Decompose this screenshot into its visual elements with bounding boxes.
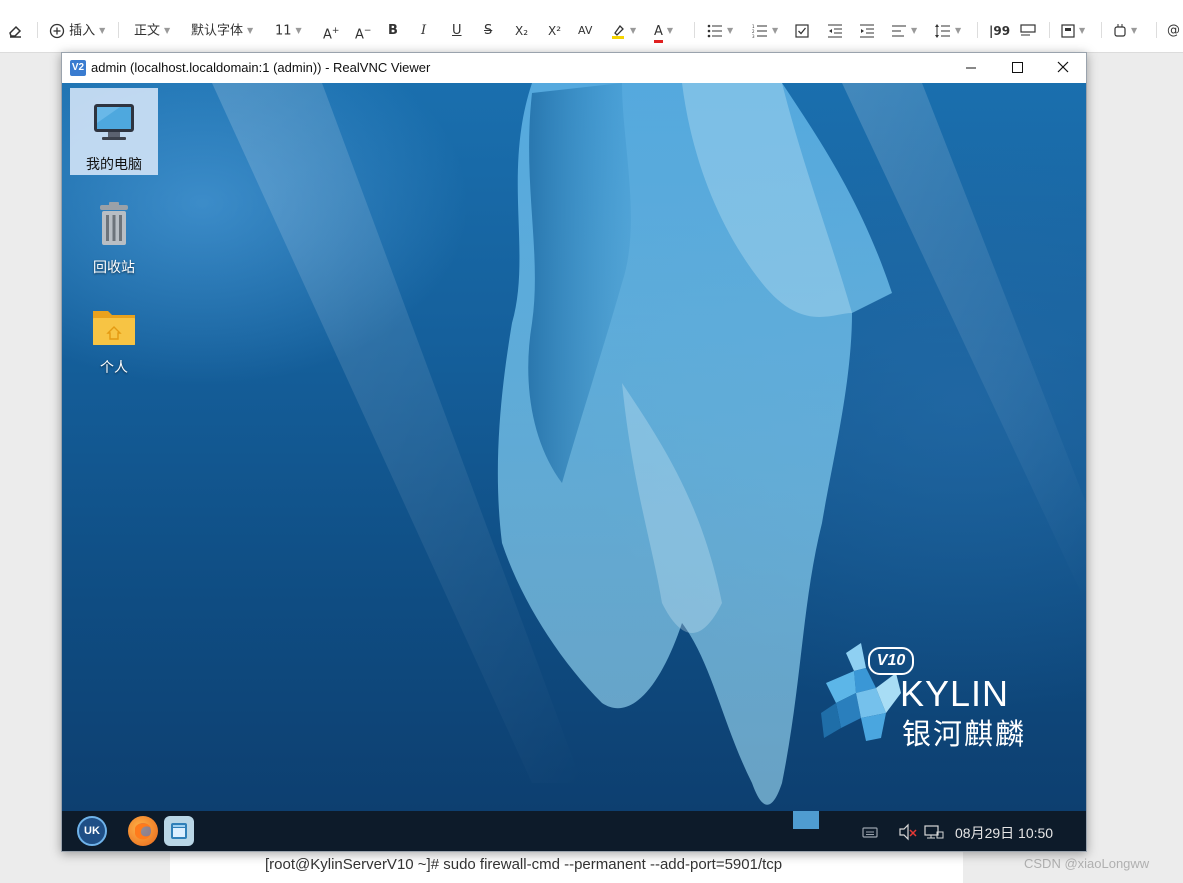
font-grow-icon[interactable]: A+: [323, 19, 339, 43]
font-family-select[interactable]: 默认字体 ▼: [191, 19, 253, 43]
keyboard-icon[interactable]: [862, 823, 878, 841]
highlight-button[interactable]: ▼: [610, 19, 636, 43]
numbered-list-button[interactable]: 1 2 3 ▼: [752, 19, 778, 43]
desktop-icon-home[interactable]: 个人: [70, 305, 158, 377]
minimize-button[interactable]: [948, 53, 994, 83]
bullet-list-button[interactable]: ▼: [707, 19, 733, 43]
command-line-text: [root@KylinServerV10 ~]# sudo firewall-c…: [265, 856, 783, 873]
align-icon: [892, 25, 906, 37]
computer-icon: [94, 104, 134, 140]
numbered-list-icon: 123: [752, 24, 767, 38]
network-icon[interactable]: [924, 823, 944, 841]
font-size-select[interactable]: 11 ▼: [275, 19, 302, 43]
plugin-button[interactable]: ▼: [1113, 19, 1137, 43]
underline-icon[interactable]: U: [452, 19, 462, 43]
window-title: admin (localhost.localdomain:1 (admin)) …: [91, 60, 431, 75]
minimize-icon: [966, 67, 976, 69]
outdent-icon[interactable]: [827, 19, 843, 43]
firefox-icon: [135, 823, 151, 840]
mention-icon[interactable]: @: [1167, 19, 1180, 43]
font-family-label: 默认字体: [191, 23, 244, 39]
template-button[interactable]: ▼: [1061, 19, 1085, 43]
start-menu-button[interactable]: UK: [77, 816, 107, 846]
start-menu-icon: UK: [84, 825, 100, 837]
toolbar-divider: [1156, 22, 1157, 38]
window-titlebar[interactable]: V2 admin (localhost.localdomain:1 (admin…: [62, 53, 1086, 83]
font-shrink-icon[interactable]: A−: [355, 19, 371, 43]
file-manager-button[interactable]: [164, 816, 194, 846]
close-icon: [1057, 61, 1069, 73]
desktop-icon-label: 个人: [100, 360, 128, 376]
toolbar-divider: [1101, 22, 1102, 38]
paragraph-style-select[interactable]: 正文 ▼: [134, 19, 170, 43]
bullet-list-icon: [707, 24, 722, 38]
trash-icon: [100, 202, 128, 245]
toolbar-divider: [118, 22, 119, 38]
superscript-icon[interactable]: X²: [548, 19, 561, 43]
insert-icon: [49, 23, 65, 39]
insert-button[interactable]: 插入 ▼: [49, 19, 105, 43]
align-button[interactable]: ▼: [891, 19, 917, 43]
maximize-icon: [1012, 62, 1023, 73]
desktop-icon-label: 我的电脑: [86, 157, 142, 173]
paragraph-style-label: 正文: [134, 23, 161, 39]
toolbar-divider: [694, 22, 695, 38]
quote-icon[interactable]: |99: [989, 19, 1010, 43]
file-manager-icon: [171, 823, 187, 839]
close-button[interactable]: [1040, 53, 1086, 83]
indent-icon[interactable]: [859, 19, 875, 43]
highlight-icon: [612, 24, 624, 39]
font-size-label: 11: [275, 23, 292, 39]
taskbar-preview-indicator: [793, 811, 819, 829]
toolbar-divider: [977, 22, 978, 38]
brand-version: V10: [868, 647, 914, 675]
watermark: CSDN @xiaoLongww: [1024, 856, 1150, 871]
realvnc-logo-icon: V2: [70, 60, 86, 76]
editor-toolbar: 插入 ▼ 正文 ▼ 默认字体 ▼ 11 ▼ A+ A− B I U S X₂ X² AV…: [0, 0, 1183, 53]
toolbar-divider: [37, 22, 38, 38]
font-color-button[interactable]: A ▼: [654, 19, 673, 43]
svg-text:3: 3: [752, 34, 755, 38]
font-color-icon: A: [654, 24, 663, 43]
insert-label: 插入: [69, 23, 96, 39]
desktop-icon-label: 回收站: [93, 260, 135, 276]
line-spacing-button[interactable]: ▼: [935, 19, 961, 43]
toolbar-divider: [1049, 22, 1050, 38]
maximize-button[interactable]: [994, 53, 1040, 83]
firefox-button[interactable]: [128, 816, 158, 846]
checklist-icon[interactable]: [795, 19, 809, 43]
template-icon: [1061, 24, 1075, 38]
desktop-icon-trash[interactable]: 回收站: [70, 201, 158, 277]
desktop-icon-computer[interactable]: 我的电脑: [70, 88, 158, 175]
letter-spacing-icon[interactable]: AV: [578, 19, 592, 43]
italic-icon[interactable]: I: [421, 19, 426, 43]
subscript-icon[interactable]: X₂: [515, 19, 528, 43]
eraser-icon[interactable]: [7, 19, 23, 43]
bold-icon[interactable]: B: [388, 19, 398, 43]
brand-name: KYLIN: [900, 673, 1010, 714]
remote-desktop[interactable]: 我的电脑 回收站 个人 V10 KYLIN 银河麒麟: [62, 83, 1086, 811]
vnc-viewer-window: V2 admin (localhost.localdomain:1 (admin…: [61, 52, 1087, 852]
volume-muted-icon[interactable]: [898, 823, 918, 841]
taskbar: UK 08月29日 10:50: [62, 811, 1086, 851]
block-icon[interactable]: [1020, 19, 1036, 43]
plugin-icon: [1114, 24, 1126, 37]
line-spacing-icon: [935, 24, 950, 38]
brand-name-cn: 银河麒麟: [902, 717, 1027, 751]
home-folder-icon: [93, 311, 135, 345]
strikethrough-icon[interactable]: S: [484, 19, 492, 43]
taskbar-clock[interactable]: 08月29日 10:50: [955, 823, 1053, 843]
